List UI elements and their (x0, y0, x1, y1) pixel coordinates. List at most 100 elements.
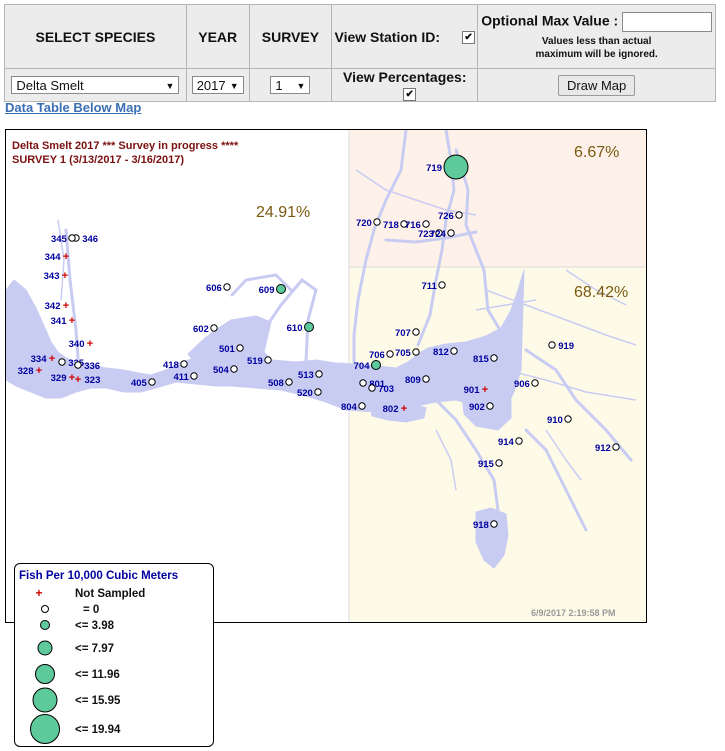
station-610: 610 (287, 322, 314, 334)
year-select[interactable]: 2017 ▼ (191, 76, 244, 94)
station-id-label: 719 (426, 163, 442, 174)
station-id-label: 343 (44, 271, 60, 282)
station-346: 346 (72, 234, 98, 245)
view-station-checkbox[interactable]: ✔ (462, 31, 476, 45)
station-id-label: 910 (547, 415, 563, 426)
station-id-label: 610 (287, 323, 303, 334)
zero-catch-marker (455, 211, 463, 219)
zero-catch-marker (368, 384, 376, 392)
station-id-label: 418 (163, 360, 179, 371)
station-328: +328 (18, 365, 43, 377)
zero-catch-marker (412, 348, 420, 356)
legend-class-marker (32, 687, 58, 713)
map-panel: Delta Smelt 2017 *** Survey in progress … (5, 128, 647, 747)
zero-catch-marker (223, 283, 231, 291)
station-id-label: 344 (45, 252, 62, 263)
station-id-label: 346 (82, 234, 98, 245)
station-id-label: 720 (356, 218, 372, 229)
station-id-label: 336 (84, 361, 100, 372)
not-sampled-marker: + (87, 338, 93, 350)
station-id-label: 906 (514, 379, 530, 390)
station-id-label: 802 (383, 404, 399, 415)
legend-class-marker (35, 664, 55, 684)
zero-catch-marker (564, 415, 572, 423)
survey-select[interactable]: 1 ▼ (270, 76, 311, 94)
survey-cell: 1 ▼ (248, 68, 333, 102)
data-table-link[interactable]: Data Table Below Map (5, 100, 141, 115)
not-sampled-marker: + (75, 374, 81, 386)
station-340: +340 (69, 338, 94, 350)
survey-header: SURVEY (248, 4, 333, 69)
legend-zero-marker (41, 605, 49, 613)
not-sampled-marker: + (62, 270, 68, 282)
zero-catch-marker (236, 344, 244, 352)
station-606: 606 (206, 283, 231, 294)
legend-class-marker (40, 620, 50, 630)
station-id-label: 504 (213, 365, 230, 376)
station-id-label: 342 (45, 301, 61, 312)
station-id-label: 602 (193, 324, 209, 335)
year-value: 2017 (196, 78, 226, 93)
not-sampled-marker: + (482, 384, 488, 396)
not-sampled-marker: + (49, 353, 55, 365)
zero-catch-marker (515, 437, 523, 445)
zero-catch-marker (230, 365, 238, 373)
station-id-label: 513 (298, 370, 314, 381)
chevron-down-icon: ▼ (296, 81, 306, 91)
view-pct-checkbox[interactable]: ✔ (403, 87, 417, 101)
legend-zero: = 0 (83, 604, 99, 616)
species-value: Delta Smelt (16, 78, 84, 93)
zero-catch-marker (359, 379, 367, 387)
station-id-label: 902 (469, 402, 485, 413)
zero-catch-marker (58, 358, 66, 366)
station-id-label: 706 (369, 350, 385, 361)
station-id-label: 912 (595, 443, 611, 454)
fish-catch-marker (304, 322, 314, 332)
zero-catch-marker (490, 520, 498, 528)
station-id-label: 519 (247, 356, 263, 367)
zero-catch-marker (450, 347, 458, 355)
legend-svg: Fish Per 10,000 Cubic Meters + Not Sampl… (19, 570, 178, 744)
view-station-label: View Station ID: (334, 28, 441, 45)
station-345: 345 (51, 234, 76, 245)
species-header: SELECT SPECIES (4, 4, 187, 69)
not-sampled-marker: + (69, 315, 75, 327)
legend-class-label: <= 3.98 (75, 620, 115, 632)
station-id-label: 345 (51, 234, 68, 245)
draw-map-button[interactable]: Draw Map (558, 74, 636, 96)
legend-class-marker (37, 640, 53, 656)
zero-catch-marker (285, 378, 293, 386)
station-341: +341 (51, 315, 76, 327)
station-id-label: 809 (405, 375, 421, 386)
station-901: +901 (464, 384, 489, 396)
station-id-label: 919 (558, 341, 574, 352)
station-id-label: 411 (173, 372, 189, 383)
station-334: +334 (31, 353, 56, 365)
species-select[interactable]: Delta Smelt ▼ (11, 76, 180, 94)
not-sampled-marker: + (63, 251, 69, 263)
timestamp: 6/9/2017 2:19:58 PM (531, 608, 616, 618)
station-id-label: 718 (383, 220, 399, 231)
station-id-label: 405 (131, 378, 148, 389)
view-pct-cell: View Percentages: ✔ (331, 68, 479, 102)
station-802: +802 (383, 403, 408, 415)
station-id-label: 341 (51, 316, 68, 327)
pct-north: 6.67% (574, 144, 619, 161)
legend-class-label: <= 7.97 (75, 643, 114, 655)
station-329: +329 (51, 372, 76, 384)
station-id-label: 340 (69, 339, 85, 350)
station-id-label: 334 (31, 354, 48, 365)
zero-catch-marker (373, 218, 381, 226)
zero-catch-marker (210, 324, 218, 332)
legend-class-label: <= 11.96 (75, 669, 120, 681)
station-id-label: 711 (421, 281, 437, 292)
not-sampled-marker: + (36, 365, 42, 377)
zero-catch-marker (548, 341, 556, 349)
zero-catch-marker (190, 372, 198, 380)
station-344: +344 (45, 251, 70, 263)
zero-catch-marker (486, 402, 494, 410)
max-value-input[interactable] (622, 12, 713, 32)
station-343: +343 (44, 270, 69, 282)
fish-catch-marker (276, 284, 286, 294)
delta-map: Delta Smelt 2017 *** Survey in progress … (5, 128, 646, 622)
